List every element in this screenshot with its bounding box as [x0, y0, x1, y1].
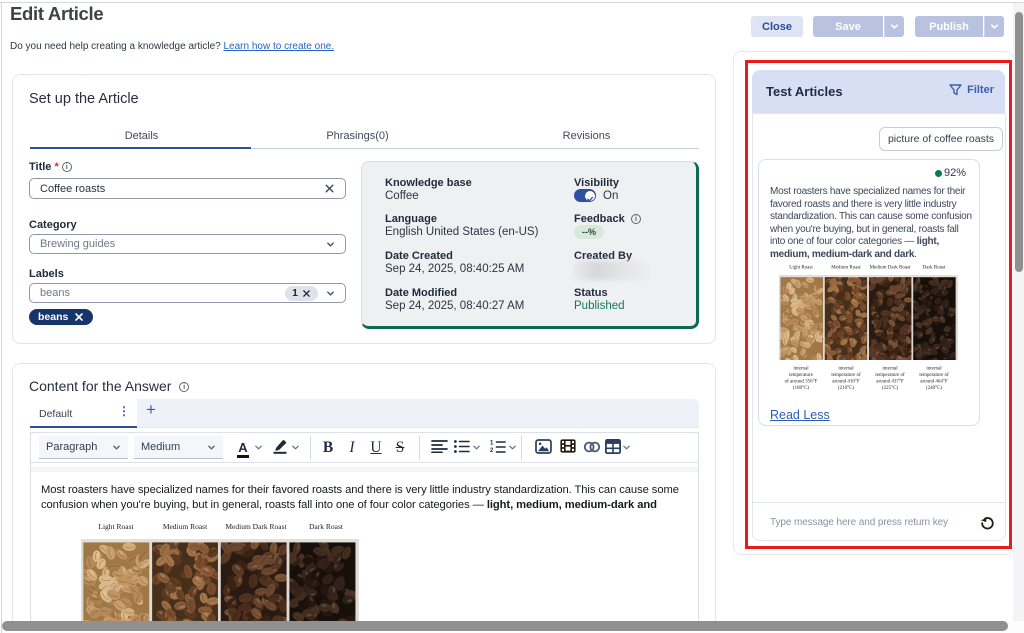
svg-text:1: 1 — [490, 440, 494, 446]
svg-text:2: 2 — [490, 448, 494, 453]
